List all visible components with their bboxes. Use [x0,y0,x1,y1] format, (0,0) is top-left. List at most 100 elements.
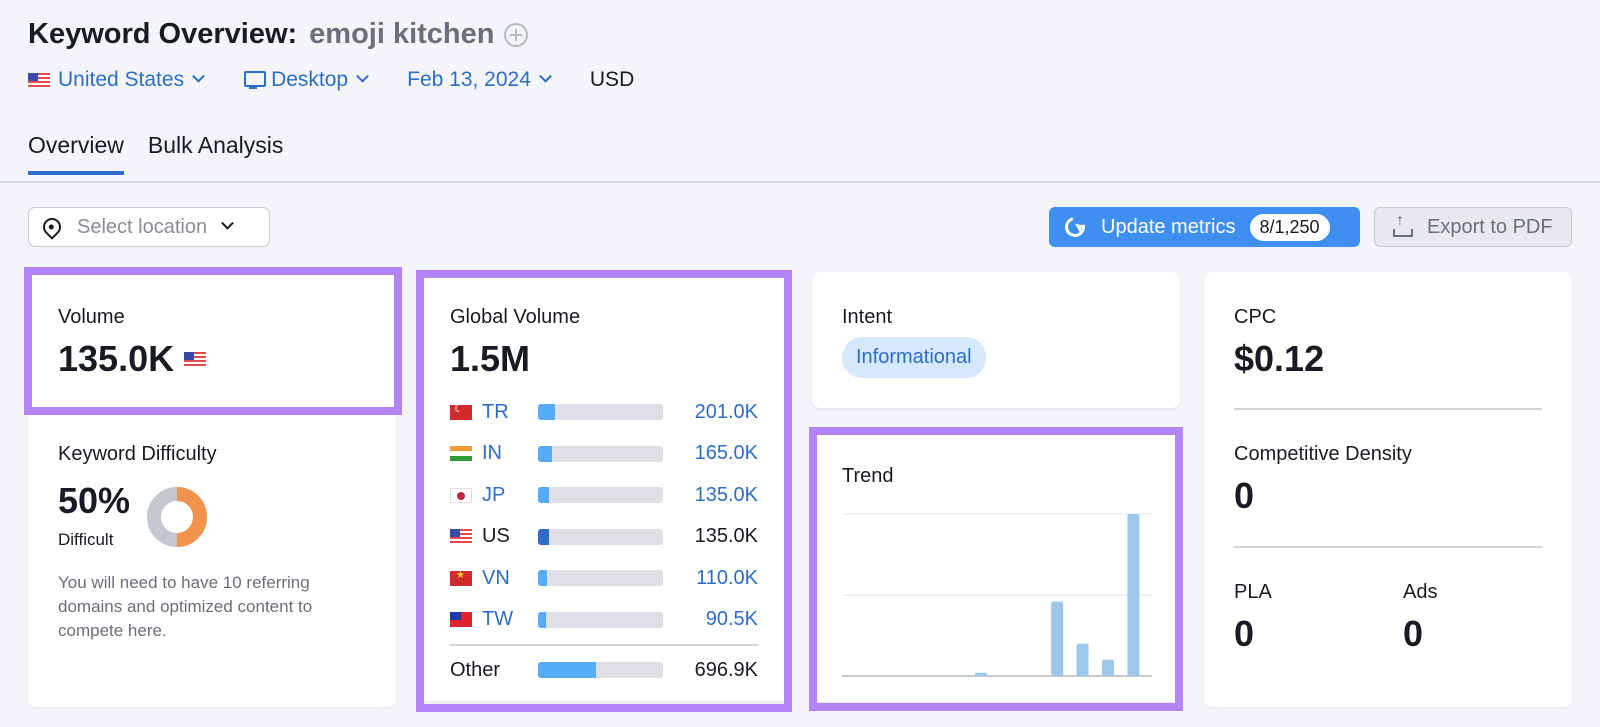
trend-bar[interactable] [1127,514,1140,676]
chevron-down-icon [356,69,369,83]
other-bar [538,662,663,678]
date-label: Feb 13, 2024 [407,68,531,91]
country-bar-fill [538,570,548,586]
country-volume[interactable]: 201.0K [695,401,758,424]
trend-bar[interactable] [1076,643,1089,676]
country-volume[interactable]: 135.0K [695,484,758,507]
country-volume[interactable]: 90.5K [706,608,758,631]
chevron-down-icon [539,69,552,83]
keyword-title: emoji kitchen [309,18,495,50]
tr-flag-icon [450,402,472,420]
country-bar [538,570,663,586]
global-volume-other-row: Other 696.9K [450,656,758,684]
country-bar [538,528,663,545]
other-label: Other [450,658,501,681]
country-code[interactable]: IN [482,442,534,465]
pla-label: PLA [1234,581,1272,603]
country-code[interactable]: VN [482,567,534,590]
update-metrics-label: Update metrics [1101,215,1236,238]
chevron-down-icon [192,69,205,83]
global-volume-row: US 135.0K [450,523,758,551]
kd-value: 50% [58,480,131,521]
trend-label: Trend [842,465,894,487]
global-volume-row: TR 201.0K [450,398,758,426]
volume-value-row: 135.0K [58,338,216,380]
tw-flag-icon [450,612,472,627]
global-volume-divider [450,644,758,646]
global-volume-label: Global Volume [450,306,581,328]
pla-value: 0 [1234,613,1255,654]
update-metrics-button[interactable]: Update metrics 8/1,250 [1049,207,1360,247]
tab-overview[interactable]: Overview [28,132,124,175]
vn-flag-icon [450,570,472,586]
us-flag-icon [28,72,50,88]
country-bar-fill [538,404,555,420]
country-bar [538,487,663,503]
country-bar [538,404,663,420]
competitive-density-label: Competitive Density [1234,443,1412,465]
country-code: US [482,525,510,547]
tabs: Overview Bulk Analysis [28,132,283,175]
volume-value: 135.0K [58,338,175,379]
country-bar [538,445,663,462]
intent-badge[interactable]: Informational [842,337,986,378]
trend-chart [842,513,1152,677]
cpc-label: CPC [1234,306,1277,328]
trend-bar[interactable] [1102,659,1114,676]
country-code[interactable]: TW [482,608,534,631]
refresh-icon [1061,213,1089,241]
date-dropdown[interactable]: Feb 13, 2024 [407,68,552,92]
location-pin-icon [39,214,65,240]
other-bar-fill [538,662,597,678]
kd-description: You will need to have 10 referring domai… [58,573,313,640]
kd-label: Keyword Difficulty [58,443,217,465]
ads-label: Ads [1403,581,1438,603]
global-volume-value: 1.5M [450,338,531,379]
other-value: 696.9K [694,658,758,681]
in-flag-icon [450,446,472,461]
tab-bulk-analysis[interactable]: Bulk Analysis [148,132,284,175]
trend-bar[interactable] [1051,601,1064,676]
cpc-divider [1234,408,1542,410]
country-label: United States [58,68,185,91]
country-bar [538,611,663,628]
country-volume[interactable]: 165.0K [695,442,758,465]
country-bar-fill [538,528,550,545]
country-volume[interactable]: 110.0K [696,567,758,590]
page-title: Keyword Overview: [28,18,298,50]
country-bar-fill [538,445,552,462]
global-volume-row: IN 165.0K [450,440,758,468]
country-dropdown[interactable]: United States [28,68,205,92]
competitive-density-value: 0 [1234,475,1255,516]
global-volume-row: VN 110.0K [450,564,758,592]
export-pdf-button[interactable]: Export to PDF [1374,207,1572,247]
cpc-value: $0.12 [1234,338,1325,379]
cd-divider [1234,546,1542,548]
country-bar-fill [538,611,546,628]
tabs-divider [0,181,1600,183]
location-select[interactable]: Select location [28,207,270,247]
country-volume: 135.0K [694,525,758,547]
location-placeholder: Select location [77,215,208,238]
jp-flag-icon [450,487,472,503]
chevron-down-icon [221,216,234,230]
kd-level: Difficult [58,530,114,549]
us-flag-icon [184,351,207,367]
filters-bar: United States Desktop Feb 13, 2024 USD [28,68,634,92]
update-count-badge: 8/1,250 [1249,213,1330,241]
kd-donut [147,487,207,547]
desktop-icon [243,70,267,90]
trend-bar[interactable] [975,672,987,676]
currency-label: USD [589,68,635,91]
us-flag-icon [450,529,472,544]
country-code[interactable]: TR [482,401,534,424]
country-bar-fill [538,487,550,503]
volume-label: Volume [58,306,125,328]
country-code[interactable]: JP [482,484,534,507]
device-dropdown[interactable]: Desktop [243,68,369,92]
add-circle-icon[interactable] [504,22,529,47]
intent-label: Intent [842,306,893,328]
ads-value: 0 [1403,613,1424,654]
page-header: Keyword Overview: emoji kitchen [28,18,529,51]
device-label: Desktop [271,68,349,91]
